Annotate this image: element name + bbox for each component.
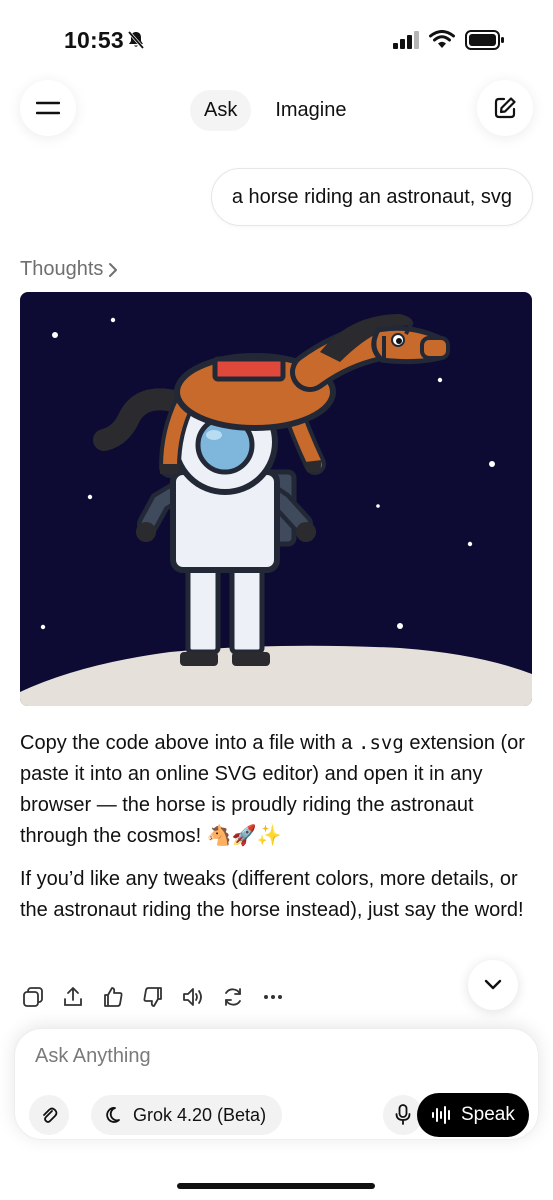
chevron-right-icon (109, 262, 118, 277)
signal-icon (393, 31, 419, 49)
status-bar: 10:53 (0, 0, 553, 80)
composer: Grok 4.20 (Beta) Speak (14, 1028, 539, 1140)
home-indicator (177, 1183, 375, 1189)
more-icon[interactable] (260, 984, 285, 1009)
regenerate-icon[interactable] (220, 984, 245, 1009)
thumbs-up-icon[interactable] (100, 984, 125, 1009)
status-time: 10:53 (64, 27, 124, 53)
top-bar: Ask Imagine (0, 80, 553, 142)
share-icon[interactable] (60, 984, 85, 1009)
copy-icon[interactable] (20, 984, 45, 1009)
paperclip-icon (43, 1107, 58, 1123)
reply-text: Copy the code above into a file with a (20, 732, 358, 754)
mode-tabs: Ask Imagine (190, 90, 361, 131)
chevron-down-icon (484, 979, 502, 990)
new-chat-button[interactable] (477, 80, 533, 136)
speak-label: Speak (461, 1104, 515, 1125)
menu-button[interactable] (20, 80, 76, 136)
moon-icon (106, 1107, 120, 1123)
bell-muted-icon (127, 30, 145, 50)
wifi-icon (429, 30, 455, 48)
scroll-to-bottom-button[interactable] (468, 960, 518, 1010)
tab-imagine[interactable]: Imagine (261, 90, 360, 131)
thoughts-toggle[interactable]: Thoughts (20, 258, 119, 281)
tab-ask[interactable]: Ask (190, 90, 252, 131)
voice-waveform-icon (432, 1106, 450, 1124)
battery-icon (465, 30, 504, 50)
assistant-reply: Copy the code above into a file with a .… (20, 728, 536, 938)
horse-astronaut-illustration (20, 292, 532, 706)
thoughts-label: Thoughts (20, 258, 104, 280)
svg-artwork[interactable] (20, 292, 532, 706)
ask-input[interactable] (35, 1045, 475, 1068)
model-label: Grok 4.20 (Beta) (133, 1104, 267, 1125)
speak-button[interactable]: Speak (417, 1093, 529, 1137)
model-selector[interactable]: Grok 4.20 (Beta) (91, 1095, 283, 1135)
menu-icon (36, 101, 60, 115)
edit-icon (494, 97, 516, 119)
speaker-icon[interactable] (180, 984, 205, 1009)
reply-paragraph-2: If you’d like any tweaks (different colo… (20, 868, 524, 921)
status-icons (393, 30, 505, 50)
microphone-icon (395, 1104, 411, 1125)
inline-code: .svg (358, 732, 404, 754)
attach-button[interactable] (29, 1095, 69, 1135)
reply-paragraph-1: Copy the code above into a file with a .… (20, 728, 536, 852)
thumbs-down-icon[interactable] (140, 984, 165, 1009)
user-message-bubble: a horse riding an astronaut, svg (210, 168, 533, 226)
message-actions (20, 984, 285, 1009)
